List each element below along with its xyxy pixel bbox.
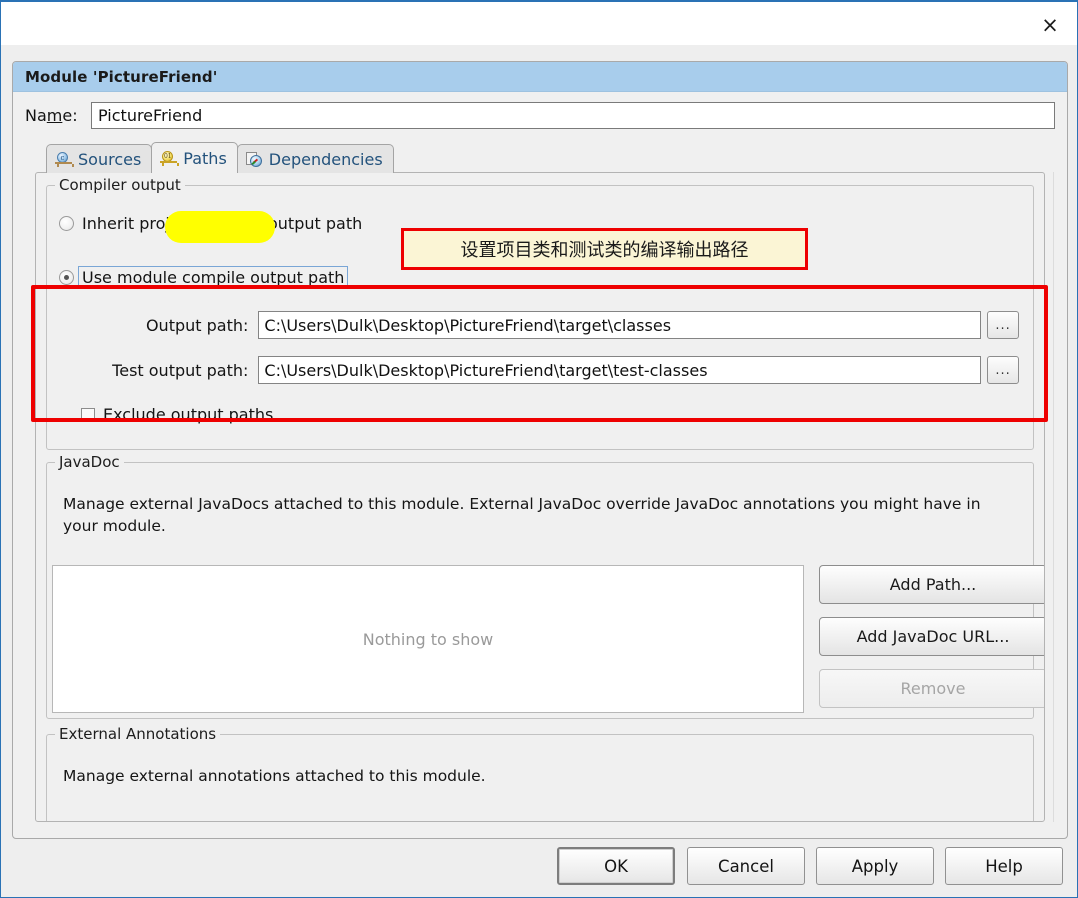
remove-button-label: Remove — [900, 679, 966, 698]
module-tabs: c Sources 01 Paths Dependencies — [46, 142, 394, 173]
tab-paths-label: Paths — [183, 148, 227, 168]
output-path-browse-button[interactable]: ... — [987, 311, 1019, 339]
help-button[interactable]: Help — [945, 847, 1063, 885]
output-path-input[interactable]: C:\Users\Dulk\Desktop\PictureFriend\targ… — [258, 311, 982, 339]
apply-button[interactable]: Apply — [816, 847, 934, 885]
test-output-path-browse-button[interactable]: ... — [987, 356, 1019, 384]
tab-sources[interactable]: c Sources — [46, 144, 153, 173]
tab-sources-label: Sources — [78, 149, 142, 169]
external-annotations-group: External Annotations Manage external ann… — [46, 725, 1034, 821]
add-javadoc-url-button[interactable]: Add JavaDoc URL... — [819, 617, 1044, 656]
module-name-label: Name: — [13, 106, 91, 125]
dialog-title-strip: Module 'PictureFriend' — [13, 62, 1067, 92]
remove-button: Remove — [819, 669, 1044, 708]
name-label-mnemonic: m — [46, 105, 63, 125]
cancel-button[interactable]: Cancel — [687, 847, 805, 885]
add-javadoc-url-button-label: Add JavaDoc URL... — [856, 627, 1010, 646]
ok-button-label: OK — [604, 856, 628, 876]
use-module-output-label: Use module compile output path — [78, 266, 349, 289]
exclude-output-paths-checkbox[interactable] — [81, 407, 95, 422]
output-path-row: Output path: C:\Users\Dulk\Desktop\Pictu… — [59, 311, 1019, 339]
content-scrollbar[interactable] — [1053, 172, 1065, 822]
test-output-path-input[interactable]: C:\Users\Dulk\Desktop\PictureFriend\targ… — [258, 356, 982, 384]
external-annotations-description: Manage external annotations attached to … — [63, 767, 486, 785]
tab-paths[interactable]: 01 Paths — [151, 142, 238, 173]
tab-dependencies[interactable]: Dependencies — [236, 144, 394, 173]
apply-button-label: Apply — [851, 856, 899, 876]
paths-tab-highlight-annotation — [165, 211, 275, 243]
use-module-output-radio-row[interactable]: Use module compile output path — [59, 266, 349, 289]
cancel-button-label: Cancel — [718, 856, 774, 876]
test-output-path-label: Test output path: — [112, 360, 249, 380]
chinese-note-annotation: 设置项目类和测试类的编译输出路径 — [401, 228, 808, 270]
module-dependencies-icon — [245, 151, 263, 167]
compiler-output-legend: Compiler output — [55, 176, 185, 194]
window-title-bar: × — [0, 0, 1078, 45]
external-annotations-legend: External Annotations — [55, 725, 221, 743]
name-label-pre: Na — [25, 105, 47, 125]
module-name-input[interactable]: PictureFriend — [91, 101, 1055, 129]
javadoc-group: JavaDoc Manage external JavaDocs attache… — [46, 453, 1044, 719]
javadoc-paths-list[interactable]: Nothing to show — [52, 565, 804, 713]
exclude-output-paths-row[interactable]: Exclude output paths — [81, 405, 273, 424]
dialog-panel: Module 'PictureFriend' Name: PictureFrie… — [12, 61, 1068, 839]
module-paths-icon: 01 — [160, 150, 180, 166]
output-path-label: Output path: — [145, 315, 249, 335]
module-name-row: Name: PictureFriend — [13, 100, 1067, 130]
javadoc-legend: JavaDoc — [55, 453, 124, 471]
javadoc-description: Manage external JavaDocs attached to thi… — [63, 495, 981, 536]
dialog-footer: OK Cancel Apply Help — [1, 839, 1077, 897]
module-sources-icon: c — [55, 151, 74, 167]
module-dialog: Module 'PictureFriend' Name: PictureFrie… — [0, 45, 1078, 898]
name-label-post: e: — [62, 105, 78, 125]
dialog-title: Module 'PictureFriend' — [25, 67, 218, 86]
inherit-project-output-radio[interactable] — [59, 216, 74, 231]
ok-button[interactable]: OK — [557, 847, 675, 885]
add-path-button[interactable]: Add Path... — [819, 565, 1044, 604]
module-settings-window: × Module 'PictureFriend' Name: PictureFr… — [0, 0, 1078, 898]
add-path-button-label: Add Path... — [889, 575, 977, 594]
tab-dependencies-label: Dependencies — [268, 149, 383, 169]
use-module-output-radio[interactable] — [59, 270, 74, 285]
test-output-path-row: Test output path: C:\Users\Dulk\Desktop\… — [59, 356, 1019, 384]
help-button-label: Help — [985, 856, 1023, 876]
exclude-output-paths-label: Exclude output paths — [103, 405, 274, 424]
close-icon[interactable]: × — [1033, 10, 1067, 40]
javadoc-empty-text: Nothing to show — [362, 629, 494, 649]
